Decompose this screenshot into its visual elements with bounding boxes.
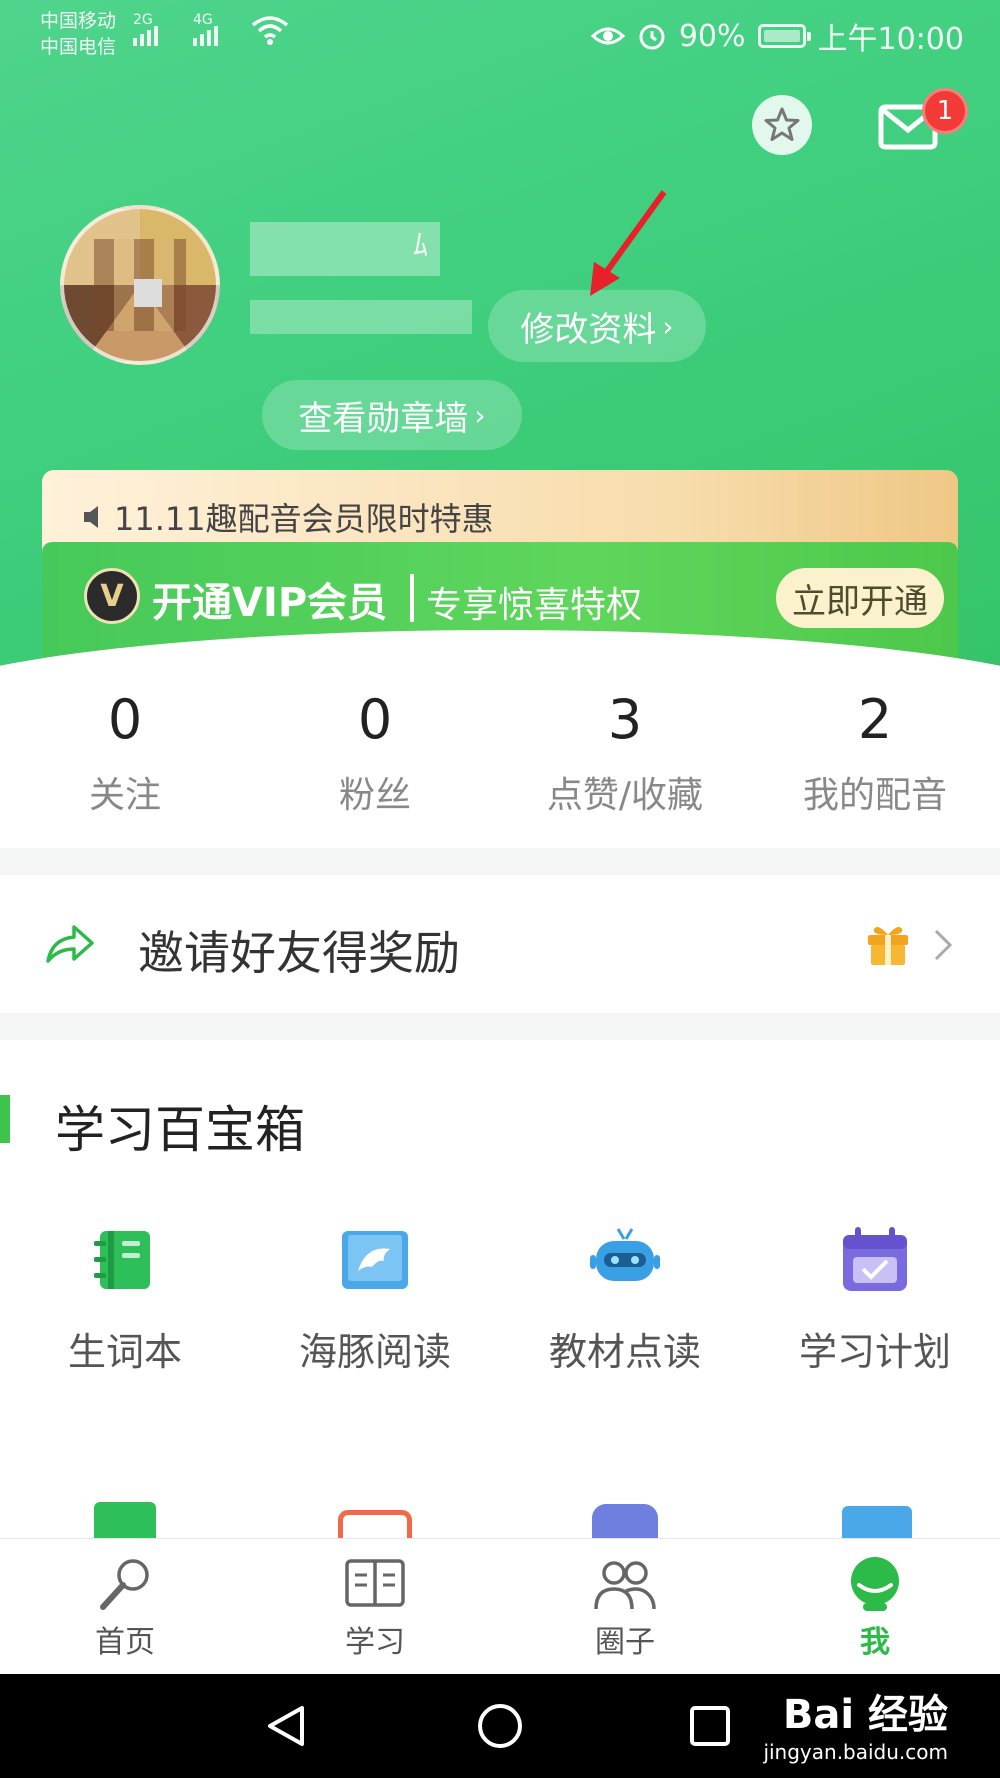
tab-label: 首页 (95, 1625, 155, 1660)
share-arrow-icon (46, 925, 94, 963)
vip-logo-icon: V (84, 568, 140, 624)
invite-label: 邀请好友得奖励 (138, 926, 460, 980)
profile-icon (851, 1557, 899, 1611)
stat-likes[interactable]: 3 点赞/收藏 (500, 670, 750, 848)
vip-subtitle: 专享惊喜特权 (426, 585, 643, 626)
dolphin-book-icon (342, 1231, 408, 1289)
wifi-icon (251, 16, 289, 45)
speaker-icon (84, 506, 98, 528)
eye-icon (590, 27, 625, 45)
carrier-2: 中国电信 (40, 36, 117, 58)
username-mark: ﾑ (413, 228, 428, 263)
tab-label: 学习 (345, 1625, 405, 1660)
watermark-brand: Bai 经验 (782, 1692, 948, 1738)
partial-tool-icon (842, 1506, 912, 1540)
divider (410, 574, 414, 622)
stat-label: 关注 (88, 775, 161, 816)
stats-row: 0 关注 0 粉丝 3 点赞/收藏 2 我的配音 (0, 670, 1000, 848)
carrier-1: 中国移动 (40, 10, 117, 32)
tool-vocabulary[interactable]: 生词本 (0, 1225, 250, 1376)
notebook-icon (94, 1231, 150, 1289)
stat-value: 0 (357, 688, 393, 751)
battery-percent: 90% (678, 18, 746, 54)
group-icon (594, 1561, 656, 1610)
watermark-url: jingyan.baidu.com (763, 1740, 948, 1764)
tab-circle[interactable]: 圈子 (500, 1539, 750, 1674)
tool-dolphin-reading[interactable]: 海豚阅读 (250, 1225, 500, 1376)
carrier-info: 中国移动 中国电信 (40, 8, 116, 60)
status-bar: 中国移动 中国电信 2G 4G 90% 上午10:00 (0, 0, 1000, 70)
vip-open-button[interactable]: 立即开通 (776, 568, 944, 628)
avatar[interactable] (60, 205, 220, 365)
status-right: 90% 上午10:00 (590, 14, 964, 58)
tool-label: 海豚阅读 (298, 1330, 451, 1374)
stat-value: 2 (857, 688, 893, 751)
robot-icon (590, 1228, 660, 1281)
signal-icon: 4G (193, 12, 218, 46)
bottom-tab-bar: 首页 学习 圈子 我 (0, 1538, 1000, 1674)
tab-home[interactable]: 首页 (0, 1539, 250, 1674)
stat-following[interactable]: 0 关注 (0, 670, 250, 848)
vip-banner[interactable]: V 开通VIP会员 专享惊喜特权 立即开通 (42, 542, 958, 660)
tab-label: 我 (860, 1625, 890, 1660)
star-icon (764, 107, 800, 141)
alarm-icon (639, 24, 665, 50)
annotation-arrow-icon (590, 190, 667, 296)
study-toolbox: 学习百宝箱 生词本 海豚阅读 教材点读 学习计划 (0, 1040, 1000, 1540)
user-id-redacted (250, 300, 472, 334)
recents-icon[interactable] (688, 1704, 732, 1748)
section-title: 学习百宝箱 (55, 1101, 305, 1159)
book-icon (345, 1559, 405, 1607)
chevron-right-icon: › (474, 398, 486, 432)
partial-tool-icon (338, 1510, 412, 1540)
username-redacted (250, 222, 440, 276)
chevron-right-icon (934, 929, 953, 961)
tab-me[interactable]: 我 (750, 1539, 1000, 1674)
profile-header: 中国移动 中国电信 2G 4G 90% 上午10:00 1 ﾑ 修改资料 › 查… (0, 0, 1000, 670)
back-icon[interactable] (262, 1702, 310, 1750)
invite-friends-row[interactable]: 邀请好友得奖励 (0, 875, 1000, 1013)
edit-profile-button[interactable]: 修改资料 › (488, 290, 706, 362)
badge-wall-button[interactable]: 查看勋章墙 › (262, 380, 522, 450)
stat-label: 我的配音 (802, 775, 947, 816)
partial-tool-icon (94, 1502, 156, 1540)
edit-profile-label: 修改资料 (520, 309, 657, 350)
tab-study[interactable]: 学习 (250, 1539, 500, 1674)
partial-tool-icon (592, 1504, 658, 1540)
gift-icon (868, 927, 908, 965)
microphone-icon (100, 1559, 149, 1610)
favorites-button[interactable] (752, 95, 812, 155)
tab-label: 圈子 (595, 1625, 655, 1660)
clock: 上午10:00 (817, 22, 964, 57)
home-icon[interactable] (476, 1702, 524, 1750)
baidu-watermark: Bai 经验 jingyan.baidu.com (763, 1682, 948, 1764)
stat-label: 粉丝 (338, 775, 411, 816)
notification-badge: 1 (922, 88, 968, 134)
battery-icon (757, 24, 811, 48)
tool-label: 生词本 (67, 1330, 182, 1374)
stat-label: 点赞/收藏 (546, 775, 704, 816)
signal-icon: 2G (133, 12, 158, 46)
promo-text-row: 11.11趣配音会员限时特惠 (82, 494, 494, 540)
promo-text: 11.11趣配音会员限时特惠 (114, 500, 494, 538)
chevron-right-icon: › (662, 309, 674, 343)
tool-label: 学习计划 (798, 1330, 951, 1374)
stat-value: 0 (107, 688, 143, 751)
badge-wall-label: 查看勋章墙 (298, 398, 469, 439)
tool-label: 教材点读 (548, 1330, 701, 1374)
tool-study-plan[interactable]: 学习计划 (750, 1225, 1000, 1376)
section-accent (0, 1095, 10, 1143)
calendar-icon (843, 1227, 907, 1291)
stat-dubbings[interactable]: 2 我的配音 (750, 670, 1000, 848)
vip-title: 开通VIP会员 (152, 580, 388, 626)
stat-value: 3 (607, 688, 643, 751)
stat-fans[interactable]: 0 粉丝 (250, 670, 500, 848)
tool-textbook-reading[interactable]: 教材点读 (500, 1225, 750, 1376)
